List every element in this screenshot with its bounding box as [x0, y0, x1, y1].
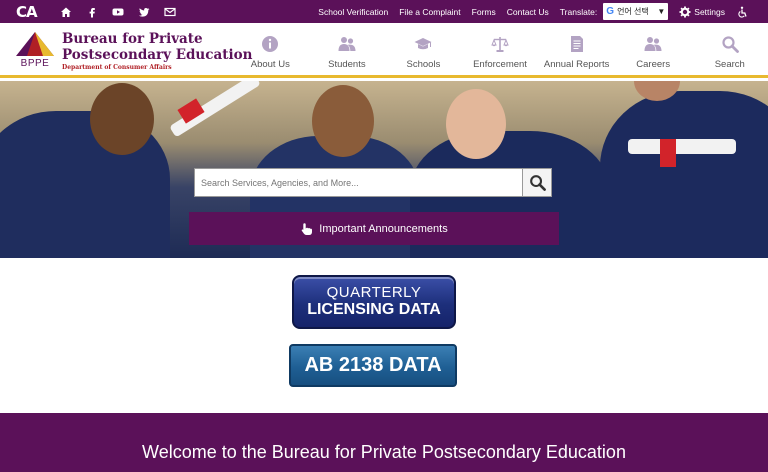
search-icon: [529, 175, 546, 191]
scales-icon: [491, 37, 509, 52]
search-button[interactable]: [522, 169, 551, 196]
nav-label: Schools: [406, 59, 441, 70]
announcements-label: Important Announcements: [319, 222, 448, 235]
accessibility-icon[interactable]: [736, 6, 748, 18]
gear-icon: [679, 6, 691, 17]
language-select[interactable]: G 언어 선택 ▼: [603, 3, 669, 20]
important-announcements-button[interactable]: Important Announcements: [189, 212, 559, 245]
bppe-triangle-icon: [16, 32, 54, 56]
graduate-face: [446, 89, 506, 159]
nav-search[interactable]: Search: [691, 23, 768, 75]
ca-logo[interactable]: CA: [16, 3, 46, 21]
twitter-icon[interactable]: [138, 6, 150, 18]
youtube-icon[interactable]: [112, 6, 124, 18]
people-icon: [644, 37, 662, 51]
document-icon: [570, 36, 583, 52]
nav-label: Search: [714, 59, 745, 70]
graduation-cap-icon: [414, 38, 432, 50]
nav-annual-reports[interactable]: Annual Reports: [538, 23, 615, 75]
nav-schools[interactable]: Schools: [385, 23, 462, 75]
hero-banner: Important Announcements: [0, 81, 768, 258]
search-input[interactable]: [195, 169, 522, 196]
nav-label: Careers: [636, 59, 671, 70]
site-header: BPPE Bureau for Private Postsecondary Ed…: [0, 23, 768, 78]
bppe-mark: BPPE: [14, 31, 56, 71]
brand-logo[interactable]: BPPE Bureau for Private Postsecondary Ed…: [14, 31, 252, 71]
nav-label: Students: [328, 59, 366, 70]
link-contact-us[interactable]: Contact Us: [507, 7, 549, 17]
social-links: CA: [16, 2, 176, 21]
welcome-heading: Welcome to the Bureau for Private Postse…: [142, 442, 626, 462]
google-icon: G: [606, 6, 615, 17]
language-value: 언어 선택: [617, 7, 649, 16]
brand-text: Bureau for Private Postsecondary Educati…: [62, 31, 252, 71]
brand-title-line2: Postsecondary Education: [62, 47, 253, 63]
quarterly-line2: LICENSING DATA: [307, 301, 441, 318]
quarterly-licensing-data-button[interactable]: QUARTERLY LICENSING DATA: [292, 275, 456, 329]
utility-bar: CA School Verification File a Complaint …: [0, 0, 768, 23]
ab2138-label: AB 2138 DATA: [304, 354, 442, 376]
link-file-complaint[interactable]: File a Complaint: [399, 7, 460, 17]
dropdown-arrow-icon: ▼: [657, 7, 666, 16]
graduate-face: [312, 85, 374, 157]
translate-label: Translate:: [559, 6, 598, 17]
settings-label: Settings: [694, 6, 725, 17]
settings-button[interactable]: Settings: [679, 6, 725, 18]
nav-label: Annual Reports: [543, 59, 610, 70]
quarterly-line1: QUARTERLY: [326, 284, 422, 301]
facebook-icon[interactable]: [86, 6, 98, 18]
graduate-face: [90, 83, 154, 155]
utility-links: School Verification File a Complaint For…: [307, 0, 748, 23]
nav-enforcement[interactable]: Enforcement: [462, 23, 539, 75]
people-icon: [338, 37, 356, 51]
link-forms[interactable]: Forms: [472, 7, 496, 17]
ab2138-data-button[interactable]: AB 2138 DATA: [289, 344, 457, 387]
site-search: [194, 168, 552, 197]
link-school-verification[interactable]: School Verification: [318, 7, 388, 17]
search-icon: [722, 36, 739, 53]
brand-abbr: BPPE: [20, 58, 50, 69]
home-icon[interactable]: [60, 6, 72, 18]
pointer-hand-icon: [301, 222, 313, 235]
diploma-scroll: [628, 139, 736, 154]
nav-label: Enforcement: [473, 59, 527, 70]
brand-title-line1: Bureau for Private: [62, 31, 203, 47]
diploma-ribbon: [660, 139, 676, 167]
main-nav: About Us Students Schools Enforcement An…: [232, 23, 768, 75]
brand-subtitle: Department of Consumer Affairs: [62, 64, 172, 71]
nav-about-us[interactable]: About Us: [232, 23, 309, 75]
email-icon[interactable]: [164, 6, 176, 18]
nav-students[interactable]: Students: [309, 23, 386, 75]
graduate-figure: [600, 91, 768, 258]
info-icon: [262, 36, 279, 52]
nav-label: About Us: [250, 59, 290, 70]
nav-careers[interactable]: Careers: [615, 23, 692, 75]
welcome-banner: Welcome to the Bureau for Private Postse…: [0, 413, 768, 472]
